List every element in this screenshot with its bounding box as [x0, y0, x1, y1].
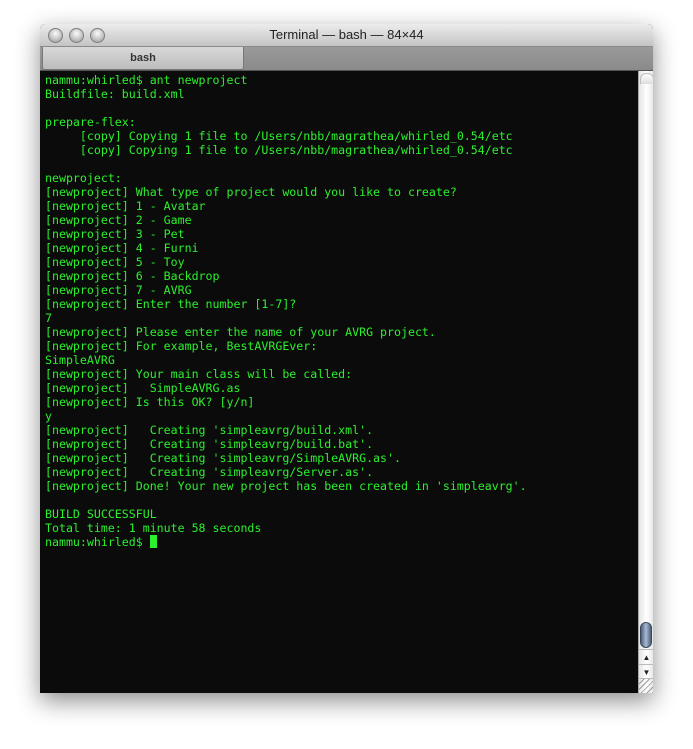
terminal-output[interactable]: nammu:whirled$ ant newproject Buildfile: … — [40, 71, 638, 693]
terminal-line: [newproject] What type of project would … — [45, 185, 457, 199]
terminal-line: [newproject] Your main class will be cal… — [45, 367, 353, 381]
terminal-line: BUILD SUCCESSFUL — [45, 507, 157, 521]
terminal-line: [newproject] Done! Your new project has … — [45, 479, 527, 493]
terminal-line: [newproject] 1 - Avatar — [45, 199, 206, 213]
vertical-scrollbar[interactable]: ▲ ▼ — [638, 71, 653, 693]
terminal-lines: nammu:whirled$ ant newproject Buildfile: … — [45, 73, 527, 549]
scroll-up-icon[interactable]: ▲ — [639, 649, 653, 665]
terminal-line: [newproject] Creating 'simpleavrg/Simple… — [45, 451, 401, 465]
terminal-line: [newproject] Enter the number [1-7]? — [45, 297, 297, 311]
terminal-line: Buildfile: build.xml — [45, 87, 185, 101]
terminal-line: [copy] Copying 1 file to /Users/nbb/magr… — [45, 129, 513, 143]
scrollbar-thumb[interactable] — [640, 622, 652, 648]
terminal-line: [copy] Copying 1 file to /Users/nbb/magr… — [45, 143, 513, 157]
prompt: nammu:whirled$ — [45, 535, 150, 549]
terminal-line: [newproject] SimpleAVRG.as — [45, 381, 241, 395]
terminal-line: [newproject] 7 - AVRG — [45, 283, 192, 297]
terminal-line: SimpleAVRG — [45, 353, 115, 367]
terminal-line: prepare-flex: — [45, 115, 136, 129]
tab-bash[interactable]: bash — [42, 47, 244, 70]
scrollbar-top-cap — [640, 73, 653, 84]
terminal-line: y — [45, 409, 52, 423]
title-bar[interactable]: Terminal — bash — 84×44 — [40, 24, 653, 47]
terminal-line: [newproject] 2 - Game — [45, 213, 192, 227]
terminal-window: Terminal — bash — 84×44 bash nammu:whirl… — [40, 24, 653, 693]
terminal-line: [newproject] Please enter the name of yo… — [45, 325, 436, 339]
terminal-line: [newproject] Is this OK? [y/n] — [45, 395, 255, 409]
terminal-line: nammu:whirled$ ant newproject — [45, 73, 248, 87]
terminal-line: [newproject] 4 - Furni — [45, 241, 199, 255]
terminal-line: 7 — [45, 311, 52, 325]
terminal-line: [newproject] 6 - Backdrop — [45, 269, 220, 283]
terminal-line: [newproject] 5 - Toy — [45, 255, 185, 269]
resize-grip-icon[interactable] — [639, 678, 653, 693]
terminal-line: Total time: 1 minute 58 seconds — [45, 521, 262, 535]
terminal-line: newproject: — [45, 171, 122, 185]
window-title: Terminal — bash — 84×44 — [269, 27, 424, 42]
terminal-line: [newproject] For example, BestAVRGEver: — [45, 339, 318, 353]
terminal-line: [newproject] Creating 'simpleavrg/build.… — [45, 437, 374, 451]
prompt-line: nammu:whirled$ — [45, 535, 527, 549]
tab-bar: bash — [40, 47, 653, 71]
terminal-line: [newproject] 3 - Pet — [45, 227, 185, 241]
terminal-line: [newproject] Creating 'simpleavrg/build.… — [45, 423, 374, 437]
cursor — [149, 535, 157, 548]
terminal-line: [newproject] Creating 'simpleavrg/Server… — [45, 465, 374, 479]
